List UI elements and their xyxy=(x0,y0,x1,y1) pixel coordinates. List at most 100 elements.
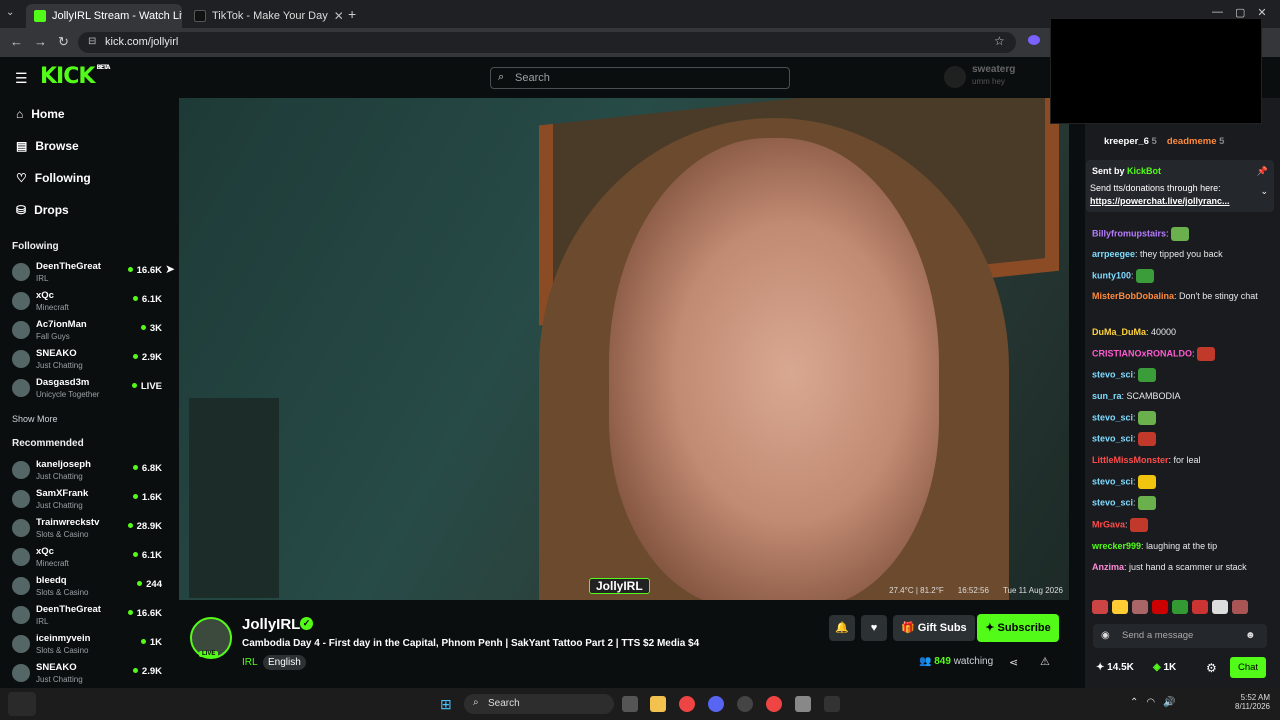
quick-emote-icon[interactable] xyxy=(1232,600,1248,614)
chat-username[interactable]: stevo_sci xyxy=(1092,369,1133,379)
file-explorer-icon[interactable] xyxy=(650,696,666,712)
channel-row[interactable]: Trainwreckstv Slots & Casino 28.9K xyxy=(12,517,162,545)
channel-row[interactable]: SNEAKO Just Chatting 2.9K xyxy=(12,348,162,376)
task-view-icon[interactable] xyxy=(622,696,638,712)
site-info-icon[interactable]: ⊟ xyxy=(88,36,96,47)
chat-message[interactable]: kunty100: xyxy=(1092,269,1268,283)
channel-row[interactable]: Ac7ionMan Fall Guys 3K xyxy=(12,319,162,347)
chat-settings-icon[interactable]: ⚙ xyxy=(1206,661,1217,675)
notification-bell-icon[interactable]: 🔔 xyxy=(829,615,855,641)
chat-message[interactable]: DuMa_DuMa: 40000 xyxy=(1092,326,1268,338)
chat-username[interactable]: stevo_sci xyxy=(1092,433,1133,443)
chat-message[interactable]: wrecker999: laughing at the tip xyxy=(1092,540,1268,552)
windows-start-icon[interactable]: ⊞ xyxy=(440,696,452,713)
tab-tiktok[interactable]: TikTok - Make Your Day ✕ xyxy=(186,4,342,28)
chrome-icon[interactable] xyxy=(679,696,695,712)
unpin-icon[interactable]: 📌 xyxy=(1257,166,1268,177)
back-icon[interactable]: ← xyxy=(10,34,23,49)
chat-message[interactable]: CRISTIANOxRONALDO: xyxy=(1092,347,1268,361)
forward-icon[interactable]: → xyxy=(34,34,47,49)
share-icon[interactable]: ⋖ xyxy=(1009,656,1018,669)
quick-emote-icon[interactable] xyxy=(1132,600,1148,614)
menu-icon[interactable]: ☰ xyxy=(15,70,28,87)
terminal-icon[interactable] xyxy=(824,696,840,712)
video-player[interactable]: JollyIRL 27.4°C | 81.2°F 16:52:56 Tue 11… xyxy=(179,98,1069,600)
chat-emote-icon[interactable]: ◉ xyxy=(1101,630,1110,641)
emoji-icon[interactable]: ☻ xyxy=(1245,630,1256,641)
chat-message[interactable]: stevo_sci: xyxy=(1092,411,1268,425)
system-clock[interactable]: 5:52 AM 8/11/2026 xyxy=(1228,693,1270,711)
bookmark-star-icon[interactable]: ☆ xyxy=(994,34,1005,48)
nav-drops[interactable]: ⛁ Drops xyxy=(16,203,69,217)
streamer-name[interactable]: JollyIRL xyxy=(242,616,300,633)
channel-row[interactable]: SamXFrank Just Chatting 1.6K xyxy=(12,488,162,516)
chat-username[interactable]: stevo_sci xyxy=(1092,412,1133,422)
chat-username[interactable]: MisterBobDobalina xyxy=(1092,291,1174,301)
channel-row[interactable]: DeenTheGreat IRL 16.6K xyxy=(12,261,162,289)
show-more-link[interactable]: Show More xyxy=(12,414,58,424)
nav-browse[interactable]: ▤ Browse xyxy=(16,139,79,153)
quick-emote-icon[interactable] xyxy=(1112,600,1128,614)
chat-username[interactable]: stevo_sci xyxy=(1092,497,1133,507)
extension-icon[interactable] xyxy=(1028,35,1040,45)
chat-username[interactable]: kunty100 xyxy=(1092,270,1131,280)
chat-username[interactable]: Anzima xyxy=(1092,562,1124,572)
language-tag[interactable]: English xyxy=(263,655,306,670)
gifter-1[interactable]: kreeper_6 5 xyxy=(1104,136,1157,147)
close-tab-icon[interactable]: ✕ xyxy=(334,9,342,23)
chat-username[interactable]: stevo_sci xyxy=(1092,476,1133,486)
subscribe-button[interactable]: ✦ Subscribe xyxy=(977,614,1059,642)
chat-message[interactable]: stevo_sci: xyxy=(1092,496,1268,510)
quick-emote-icon[interactable] xyxy=(1092,600,1108,614)
new-tab-icon[interactable]: + xyxy=(348,6,356,22)
stream-category[interactable]: IRL xyxy=(242,657,258,668)
gifter-2[interactable]: deadmeme 5 xyxy=(1167,136,1225,147)
taskbar-widget[interactable] xyxy=(8,692,36,716)
settings-app-icon[interactable] xyxy=(795,696,811,712)
chat-username[interactable]: arrpeegee xyxy=(1092,249,1135,259)
wifi-icon[interactable]: ◠ xyxy=(1146,697,1155,708)
system-tray[interactable]: ⌃ ◠ 🔊 xyxy=(1130,697,1176,708)
chat-message[interactable]: MisterBobDobalina: Don't be stingy chat xyxy=(1092,290,1268,302)
gift-subs-button[interactable]: 🎁 Gift Subs xyxy=(893,615,975,641)
chat-message[interactable]: sun_ra: SCAMBODIA xyxy=(1092,390,1268,402)
chat-send-button[interactable]: Chat xyxy=(1230,657,1266,678)
floating-video-overlay[interactable] xyxy=(1050,18,1262,124)
channel-row[interactable]: xQc Minecraft 6.1K xyxy=(12,290,162,318)
chat-message[interactable]: arrpeegee: they tipped you back xyxy=(1092,248,1268,260)
reload-icon[interactable]: ↻ xyxy=(58,34,69,50)
quick-emote-icon[interactable] xyxy=(1192,600,1208,614)
channel-row[interactable]: Dasgasd3m Unicycle Together LIVE xyxy=(12,377,162,405)
chat-username[interactable]: MrGava xyxy=(1092,519,1125,529)
quick-emote-icon[interactable] xyxy=(1212,600,1228,614)
chat-message[interactable]: stevo_sci: xyxy=(1092,368,1268,382)
chat-message[interactable]: LittleMissMonster: for leal xyxy=(1092,454,1268,466)
report-icon[interactable]: ⚠ xyxy=(1040,655,1050,668)
address-bar[interactable]: kick.com/jollyirl xyxy=(78,32,1016,53)
chat-input[interactable]: Send a message xyxy=(1093,624,1267,648)
quick-emote-icon[interactable] xyxy=(1172,600,1188,614)
taskbar-search[interactable]: Search xyxy=(464,694,614,714)
chrome-active-icon[interactable] xyxy=(766,696,782,712)
chat-message[interactable]: stevo_sci: xyxy=(1092,475,1268,489)
discord-icon[interactable] xyxy=(708,696,724,712)
tab-kick[interactable]: JollyIRL Stream - Watch Live ✕ xyxy=(26,4,182,28)
chevron-up-icon[interactable]: ⌃ xyxy=(1130,697,1138,708)
obs-icon[interactable] xyxy=(737,696,753,712)
chat-username[interactable]: wrecker999 xyxy=(1092,541,1141,551)
pinned-message[interactable]: Sent by KickBot Send tts/donations throu… xyxy=(1086,160,1274,212)
chat-username[interactable]: CRISTIANOxRONALDO xyxy=(1092,348,1192,358)
chat-message[interactable]: stevo_sci: xyxy=(1092,432,1268,446)
channel-row[interactable]: bleedq Slots & Casino 244 xyxy=(12,575,162,603)
pinned-link[interactable]: https://powerchat.live/jollyranc... xyxy=(1090,196,1230,206)
chat-username[interactable]: sun_ra xyxy=(1092,391,1122,401)
tab-search-icon[interactable]: ⌄ xyxy=(6,7,14,18)
quick-emote-icon[interactable] xyxy=(1152,600,1168,614)
chevron-down-icon[interactable]: ⌄ xyxy=(1260,186,1268,197)
channel-row[interactable]: iceinmyvein Slots & Casino 1K xyxy=(12,633,162,661)
follow-heart-icon[interactable]: ♥ xyxy=(861,615,887,641)
channel-row[interactable]: DeenTheGreat IRL 16.6K xyxy=(12,604,162,632)
chat-message[interactable]: Anzima: just hand a scammer ur stack xyxy=(1092,561,1268,573)
user-avatar[interactable] xyxy=(944,66,966,88)
chat-message[interactable]: Billyfromupstairs: xyxy=(1092,227,1268,241)
